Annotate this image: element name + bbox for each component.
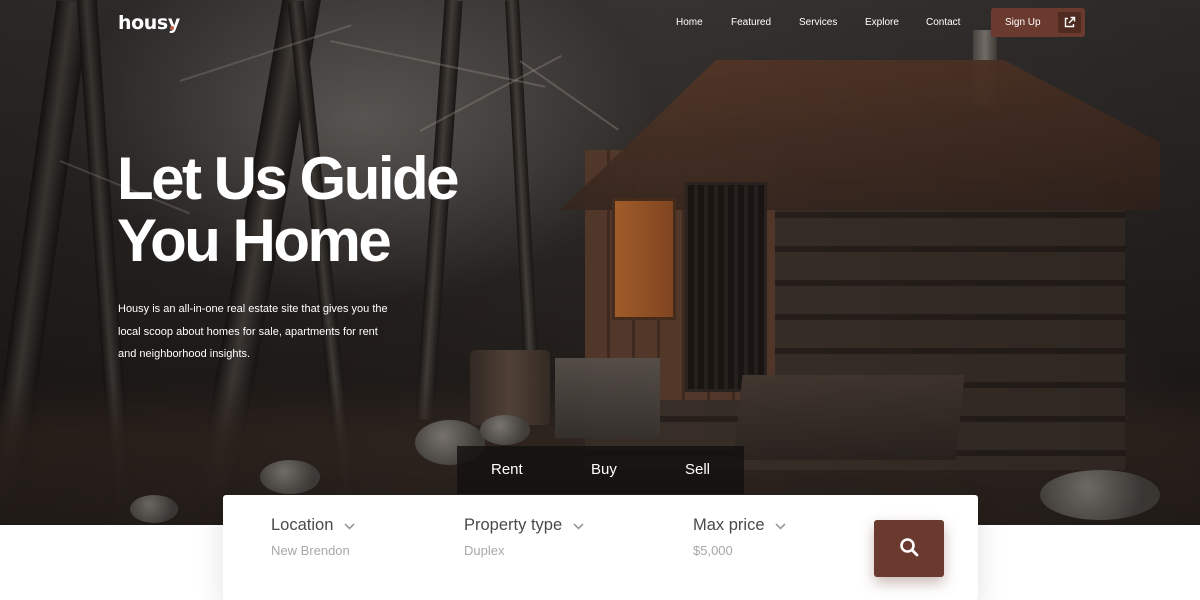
search-button[interactable] xyxy=(874,520,944,577)
location-value: New Brendon xyxy=(271,543,350,559)
nav-item-featured[interactable]: Featured xyxy=(731,17,771,28)
location-dropdown[interactable]: Location New Brendon xyxy=(271,516,355,558)
hero-headline: Let Us Guide You Home xyxy=(117,148,537,272)
property-type-dropdown[interactable]: Property type Duplex xyxy=(464,516,584,558)
housy-logo[interactable]: housy xyxy=(118,12,180,34)
max-price-value: $5,000 xyxy=(693,543,733,559)
headline-line-2: You Home xyxy=(117,207,392,274)
property-search-card: Location New Brendon Property type Duple… xyxy=(223,495,978,600)
sign-up-label: Sign Up xyxy=(1005,17,1041,28)
sign-up-button[interactable]: Sign Up xyxy=(991,8,1085,37)
tab-buy[interactable]: Buy xyxy=(591,461,617,478)
description-line-1: Housy is an all-in-one real estate site … xyxy=(118,303,388,315)
chevron-down-icon xyxy=(573,516,584,535)
tab-sell[interactable]: Sell xyxy=(685,461,710,478)
nav-item-home[interactable]: Home xyxy=(676,17,703,28)
nav-item-services[interactable]: Services xyxy=(799,17,837,28)
property-type-value: Duplex xyxy=(464,543,505,559)
description-line-3: and neighborhood insights. xyxy=(118,348,251,360)
external-link-icon xyxy=(1058,12,1081,33)
search-icon xyxy=(899,537,919,561)
hero-description: Housy is an all-in-one real estate site … xyxy=(118,298,438,366)
location-field-label: Location xyxy=(271,516,355,535)
max-price-dropdown[interactable]: Max price $5,000 xyxy=(693,516,786,558)
nav-item-explore[interactable]: Explore xyxy=(865,17,899,28)
nav-item-contact[interactable]: Contact xyxy=(926,17,960,28)
listing-type-tabs: Rent Buy Sell xyxy=(457,446,744,494)
chevron-down-icon xyxy=(775,516,786,535)
max-price-field-label: Max price xyxy=(693,516,786,535)
description-line-2: local scoop about homes for sale, apartm… xyxy=(118,325,378,338)
logo-dot xyxy=(170,26,174,30)
property-type-field-label: Property type xyxy=(464,516,584,535)
property-type-label-text: Property type xyxy=(464,516,563,534)
max-price-label-text: Max price xyxy=(693,516,765,534)
headline-line-1: Let Us Guide xyxy=(117,145,460,212)
chevron-down-icon xyxy=(344,516,355,535)
location-label-text: Location xyxy=(271,516,334,534)
tab-rent[interactable]: Rent xyxy=(491,461,523,478)
